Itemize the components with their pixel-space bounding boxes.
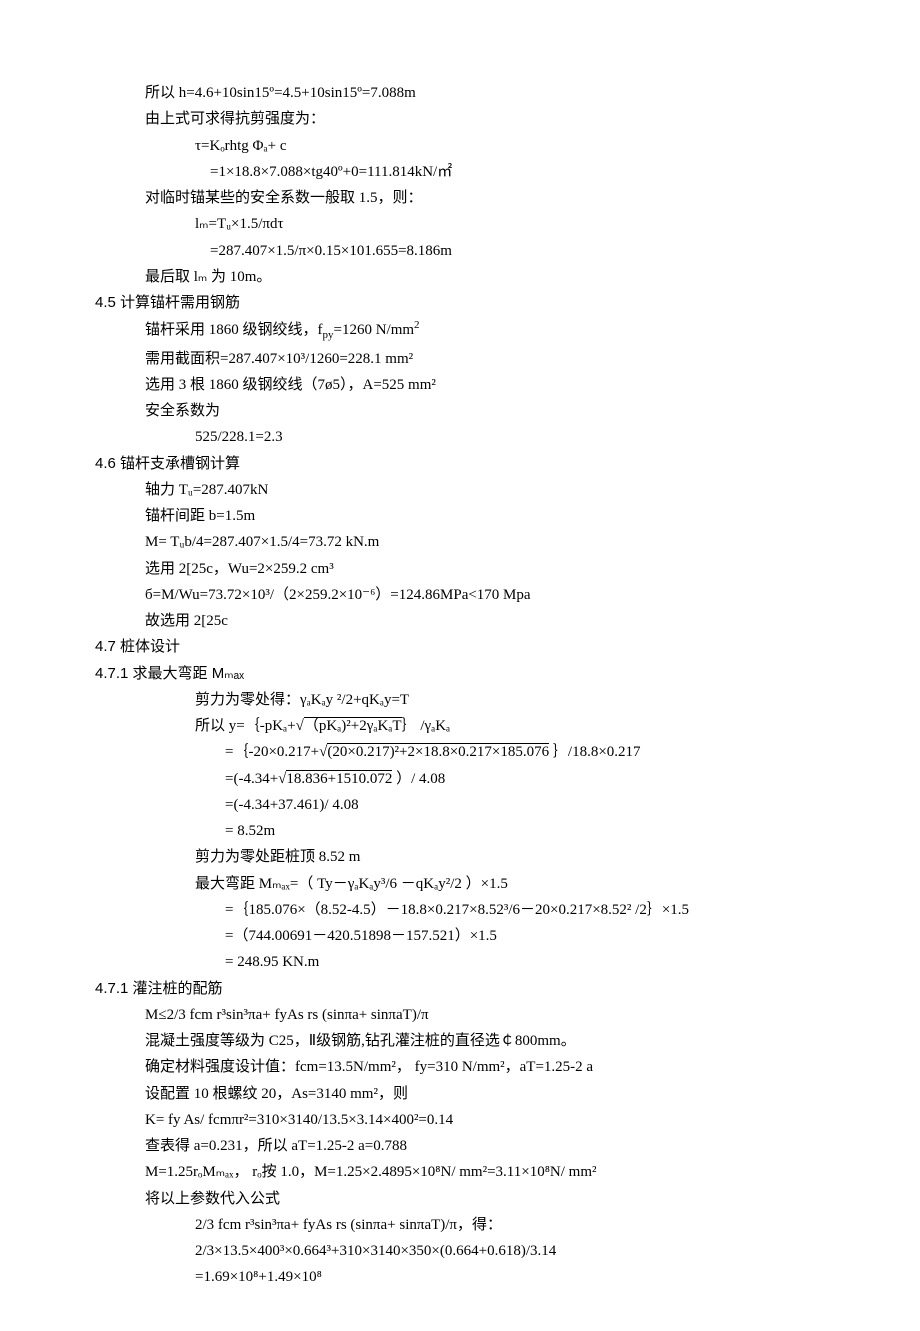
calc-line: M= Tᵤb/4=287.407×1.5/4=73.72 kN.m (95, 529, 825, 555)
section-heading: 4.6 锚杆支承槽钢计算 (95, 451, 825, 477)
calc-line: 设配置 10 根螺纹 20，As=3140 mm²，则 (95, 1081, 825, 1107)
section-heading: 4.7 桩体设计 (95, 634, 825, 660)
calc-line: 轴力 Tᵤ=287.407kN (95, 477, 825, 503)
calc-line: 最大弯距 Mₘₐₓ=（ Ty－γₐKₐy³/6 －qKₐy²/2 ）×1.5 (95, 871, 825, 897)
calc-line: 对临时锚某些的安全系数一般取 1.5，则： (95, 185, 825, 211)
calc-line: б=M/Wu=73.72×10³/（2×259.2×10⁻⁶）=124.86MP… (95, 582, 825, 608)
calc-line: =(-4.34+37.461)/ 4.08 (95, 792, 825, 818)
calc-line: 需用截面积=287.407×10³/1260=228.1 mm² (95, 346, 825, 372)
calc-line: 所以 h=4.6+10sin15º=4.5+10sin15º=7.088m (95, 80, 825, 106)
calc-line: = 248.95 KN.m (95, 949, 825, 975)
calc-line: 2/3 fcm r³sin³πa+ fyAs rs (sinπa+ sinπaT… (95, 1212, 825, 1238)
calc-line: 安全系数为 (95, 398, 825, 424)
text: ｝ /γₐKₐ (402, 718, 451, 734)
calc-line: =1×18.8×7.088×tg40º+0=111.814kN/㎡ (95, 159, 825, 185)
calc-line: 查表得 a=0.231，所以 aT=1.25-2 a=0.788 (95, 1133, 825, 1159)
calc-line: lₘ=Tᵤ×1.5/πdτ (95, 211, 825, 237)
calc-line: 故选用 2[25c (95, 608, 825, 634)
text: 所以 y=｛-pKₐ+√ (195, 718, 304, 734)
calc-line: 2/3×13.5×400³×0.664³+310×3140×350×(0.664… (95, 1238, 825, 1264)
calc-line: 选用 3 根 1860 级钢绞线（7ø5），A=525 mm² (95, 372, 825, 398)
radicand: (20×0.217)²+2×18.8×0.217×185.076 (327, 743, 549, 760)
calc-line: 剪力为零处得：γₐKₐy ²/2+qKₐy=T (95, 687, 825, 713)
calc-line: 锚杆采用 1860 级钢绞线，fpy=1260 N/mm2 (95, 316, 825, 345)
calc-line: 将以上参数代入公式 (95, 1186, 825, 1212)
calc-line: 确定材料强度设计值：fcm=13.5N/mm²， fy=310 N/mm²，aT… (95, 1054, 825, 1080)
calc-line: K= fy As/ fcmπr²=310×3140/13.5×3.14×400²… (95, 1107, 825, 1133)
calc-line: 混凝土强度等级为 C25，Ⅱ级钢筋,钻孔灌注桩的直径选￠800mm。 (95, 1028, 825, 1054)
text: ｝/18.8×0.217 (549, 744, 640, 760)
calc-line: 由上式可求得抗剪强度为： (95, 106, 825, 132)
text: ）/ 4.08 (392, 771, 445, 787)
calc-line: =｛-20×0.217+√(20×0.217)²+2×18.8×0.217×18… (95, 739, 825, 765)
text: =1260 N/mm (334, 322, 415, 338)
calc-line: =（744.00691－420.51898－157.521）×1.5 (95, 923, 825, 949)
calc-line: 525/228.1=2.3 (95, 424, 825, 450)
subscript: py (323, 329, 334, 341)
calc-line: M≤2/3 fcm r³sin³πa+ fyAs rs (sinπa+ sinπ… (95, 1002, 825, 1028)
calc-line: =287.407×1.5/π×0.15×101.655=8.186m (95, 238, 825, 264)
calc-line: 所以 y=｛-pKₐ+√（pKₐ)²+2γₐKₐT｝ /γₐKₐ (95, 713, 825, 739)
calc-line: = 8.52m (95, 818, 825, 844)
calc-line: M=1.25rₒMₘₐₓ， rₒ按 1.0，M=1.25×2.4895×10⁸N… (95, 1159, 825, 1185)
calc-line: τ=Kₒrhtg Φₐ+ c (95, 133, 825, 159)
text: =(-4.34+√ (225, 771, 286, 787)
section-heading: 4.7.1 求最大弯距 Mₘₐₓ (95, 661, 825, 687)
calc-line: =｛185.076×（8.52-4.5）－18.8×0.217×8.52³/6－… (95, 897, 825, 923)
radicand: 18.836+1510.072 (286, 770, 392, 787)
calc-line: 选用 2[25c，Wu=2×259.2 cm³ (95, 556, 825, 582)
text: =｛-20×0.217+√ (225, 744, 327, 760)
section-heading: 4.7.1 灌注桩的配筋 (95, 976, 825, 1002)
calc-line: =1.69×10⁸+1.49×10⁸ (95, 1264, 825, 1290)
text: 锚杆采用 1860 级钢绞线，f (145, 322, 323, 338)
calc-line: =(-4.34+√18.836+1510.072 ）/ 4.08 (95, 766, 825, 792)
radicand: （pKₐ)²+2γₐKₐT (304, 717, 402, 734)
calc-line: 锚杆间距 b=1.5m (95, 503, 825, 529)
calc-line: 剪力为零处距桩顶 8.52 m (95, 844, 825, 870)
calc-line: 最后取 lₘ 为 10m。 (95, 264, 825, 290)
section-heading: 4.5 计算锚杆需用钢筋 (95, 290, 825, 316)
superscript: 2 (414, 319, 420, 331)
